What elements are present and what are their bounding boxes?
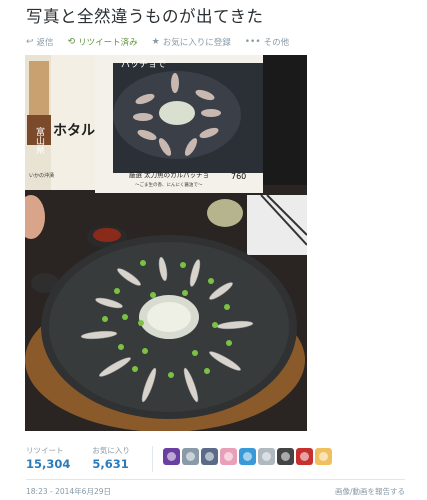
favoriter-avatars	[162, 448, 332, 465]
menu-sign-text: 富山県	[34, 126, 45, 155]
avatar-yellow-icon	[318, 452, 328, 461]
avatar-blue-icon	[204, 452, 214, 461]
avatar-grey-icon	[185, 452, 195, 461]
retweet-label: リツイート済み	[78, 38, 138, 48]
tweet-stats: リツイート 15,304 お気に入り 5,631	[26, 446, 332, 472]
retweets-label: リツイート	[26, 446, 64, 455]
avatar[interactable]	[219, 448, 237, 465]
footer-divider	[26, 479, 405, 480]
retweet-button[interactable]: ⟲ リツイート済み	[68, 36, 138, 48]
retweet-stat[interactable]: リツイート 15,304	[26, 446, 70, 471]
favorites-count: 5,631	[92, 457, 129, 471]
avatar-silver-icon	[261, 452, 271, 461]
avatar-red-icon	[299, 452, 309, 461]
favorite-label: お気に入りに登録	[162, 38, 231, 48]
avatar[interactable]	[162, 448, 180, 465]
avatar[interactable]	[200, 448, 218, 465]
more-button[interactable]: ••• その他	[245, 36, 289, 48]
avatar[interactable]	[314, 448, 332, 465]
avatar[interactable]	[181, 448, 199, 465]
retweet-icon: ⟲	[67, 37, 76, 47]
tweet-actions: ↩ 返信 ⟲ リツイート済み ★ お気に入りに登録 ••• その他	[26, 36, 303, 48]
reply-icon: ↩	[26, 37, 34, 47]
menu-caption-text: 厳選 太刀魚のカルパッチョ	[129, 170, 209, 179]
menu-tag-text: パッチョで	[121, 59, 166, 70]
avatar-dark-icon	[280, 452, 290, 461]
retweets-count: 15,304	[26, 457, 71, 471]
tweet-timestamp[interactable]: 18:23 - 2014年6月29日	[26, 486, 111, 497]
more-label: その他	[263, 38, 290, 48]
menu-side-text: いかの沖漬	[29, 172, 54, 179]
avatar[interactable]	[238, 448, 256, 465]
favorites-label: お気に入り	[92, 446, 130, 455]
avatar[interactable]	[276, 448, 294, 465]
avatar-pink-icon	[223, 452, 233, 461]
star-icon: ★	[151, 37, 160, 47]
stats-divider	[151, 446, 153, 472]
reply-button[interactable]: ↩ 返信	[26, 36, 54, 48]
avatar[interactable]	[257, 448, 275, 465]
more-dots-icon: •••	[244, 37, 261, 47]
menu-price-text: 760	[231, 172, 246, 181]
tweet-photo[interactable]: 富山県 ホタルいか いかの沖漬 パッチョで 厳選 太刀魚のカルパッチョ 〜ごま生…	[25, 55, 307, 431]
menu-sub-text: 〜ごま生の香、にんにく醤油で〜	[135, 181, 203, 188]
avatar-purple-icon	[166, 452, 176, 461]
tweet-text: 写真と全然違うものが出てきた	[26, 7, 264, 26]
report-media-link[interactable]: 画像/動画を報告する	[335, 486, 405, 497]
favorite-stat[interactable]: お気に入り 5,631	[92, 446, 130, 471]
favorite-button[interactable]: ★ お気に入りに登録	[152, 36, 231, 48]
avatar-sky-icon	[242, 452, 252, 461]
avatar[interactable]	[295, 448, 313, 465]
reply-label: 返信	[36, 38, 54, 48]
